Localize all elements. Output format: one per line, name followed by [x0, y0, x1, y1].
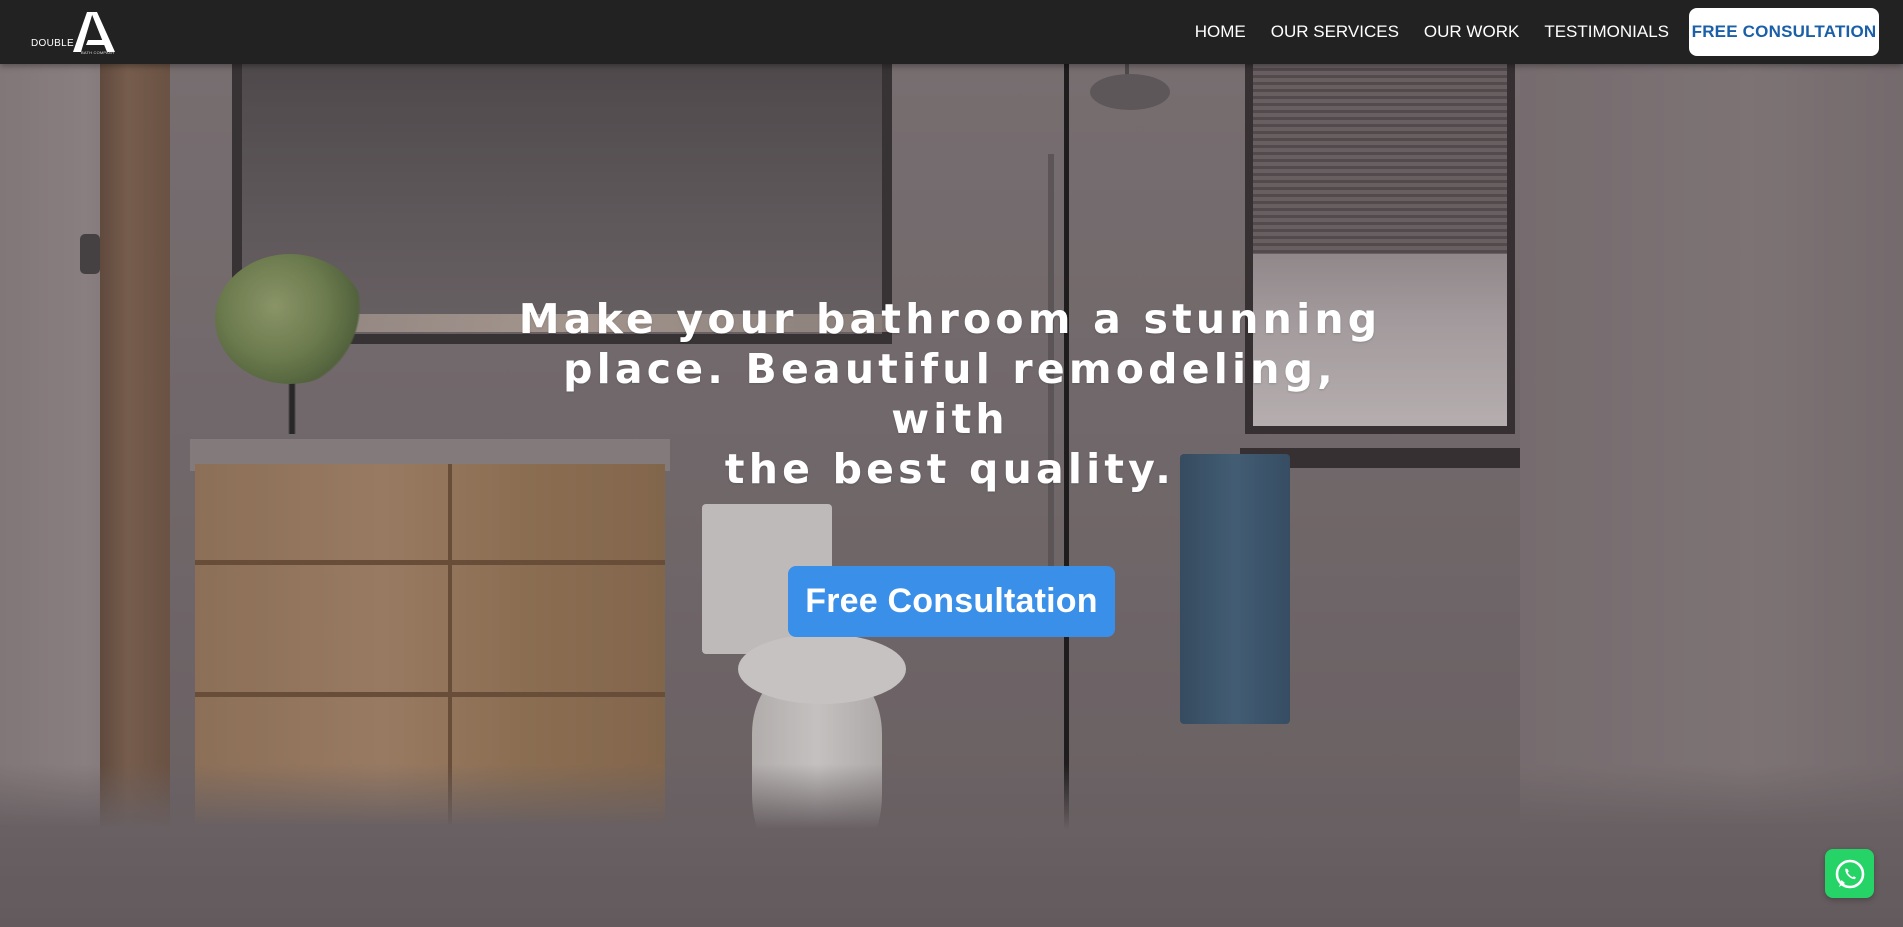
hero-section — [0, 64, 1903, 927]
hero-title-line: the best quality. — [724, 445, 1176, 493]
nav-home[interactable]: HOME — [1195, 22, 1246, 42]
whatsapp-button[interactable] — [1825, 849, 1874, 898]
logo-text: DOUBLE — [31, 38, 74, 49]
free-consultation-nav-button[interactable]: FREE CONSULTATION — [1689, 8, 1879, 56]
main-nav: HOME OUR SERVICES OUR WORK TESTIMONIALS … — [1195, 0, 1879, 64]
logo-a-mark-icon — [73, 12, 115, 52]
whatsapp-icon — [1835, 859, 1864, 888]
site-header: DOUBLE BATH COMPANY HOME OUR SERVICES OU… — [0, 0, 1903, 64]
logo-subtext: BATH COMPANY — [81, 50, 115, 55]
nav-our-work[interactable]: OUR WORK — [1424, 22, 1519, 42]
free-consultation-hero-button[interactable]: Free Consultation — [788, 566, 1115, 637]
hero-title: Make your bathroom a stunning place. Bea… — [500, 294, 1400, 494]
logo[interactable]: DOUBLE BATH COMPANY — [31, 8, 121, 56]
nav-testimonials[interactable]: TESTIMONIALS — [1544, 22, 1669, 42]
hero-title-line: place. Beautiful remodeling, with — [563, 345, 1337, 443]
hero-title-line: Make your bathroom a stunning — [518, 295, 1382, 343]
nav-our-services[interactable]: OUR SERVICES — [1271, 22, 1399, 42]
